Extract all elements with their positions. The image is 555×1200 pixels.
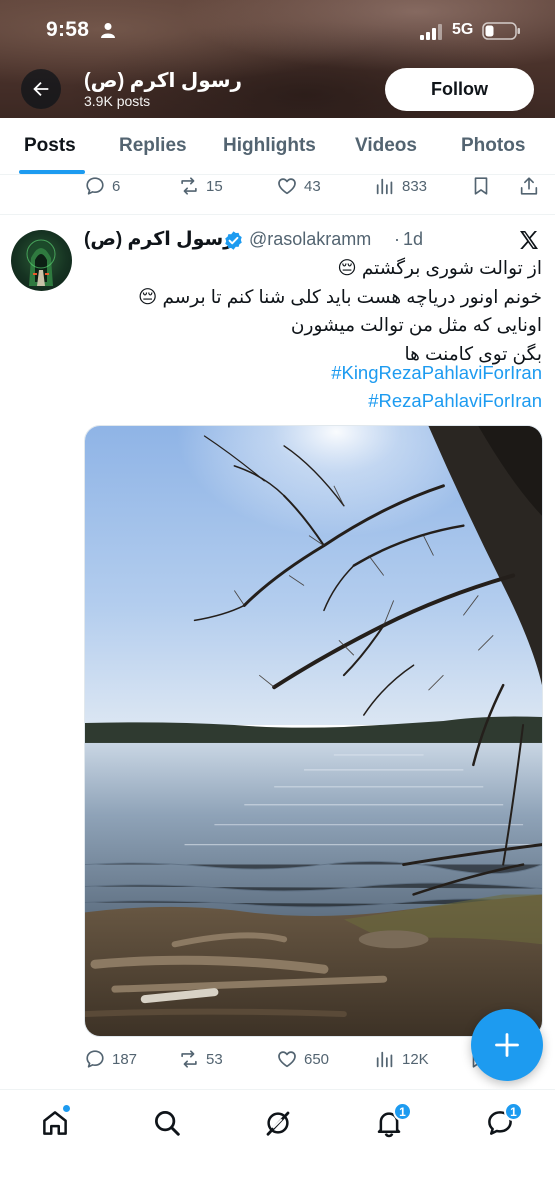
views-button[interactable]: 833: [374, 175, 427, 197]
views-button[interactable]: 12K: [374, 1048, 429, 1070]
repost-button[interactable]: 53: [178, 1048, 223, 1070]
author-name[interactable]: رسول اکرم (ص): [84, 228, 234, 251]
grok-icon: [266, 1111, 290, 1136]
post-divider: [0, 214, 555, 215]
nav-search[interactable]: [152, 1108, 186, 1142]
arrow-left-icon: [33, 81, 49, 97]
reply-icon: [86, 177, 104, 195]
active-tab-indicator: [19, 170, 85, 174]
heart-icon: [278, 178, 296, 195]
profile-name: رسول اکرم (ص): [84, 70, 242, 92]
post-time[interactable]: 1d: [403, 229, 423, 250]
tab-posts[interactable]: Posts: [24, 135, 76, 157]
tab-videos[interactable]: Videos: [355, 135, 417, 157]
reply-button[interactable]: 6: [84, 175, 120, 197]
repost-icon: [181, 177, 197, 195]
network-label: 5G: [452, 21, 474, 38]
status-time: 9:58: [46, 18, 90, 41]
post-text-line: از توالت شوری برگشتم 😔: [337, 257, 542, 278]
signal-icon: [420, 24, 442, 40]
post-count: 3.9K posts: [84, 93, 151, 109]
repost-count: 15: [206, 177, 223, 195]
dot-separator: ·: [394, 229, 400, 249]
x-logo-icon: [520, 231, 538, 249]
like-count: 43: [304, 177, 321, 195]
repost-icon: [181, 1050, 197, 1068]
avatar[interactable]: [11, 230, 72, 291]
post-text-line: اونایی که مثل من توالت میشورن: [290, 314, 542, 335]
post-image[interactable]: [84, 425, 543, 1037]
author-handle[interactable]: @rasolakramm: [249, 229, 371, 250]
tab-highlights[interactable]: Highlights: [223, 135, 316, 157]
bookmark-button[interactable]: [470, 175, 492, 197]
status-bar: 9:58 5G: [0, 0, 555, 60]
compose-button[interactable]: [471, 1009, 543, 1081]
heart-icon: [278, 1051, 296, 1068]
nav-home[interactable]: [40, 1104, 74, 1142]
verified-badge-icon: [225, 231, 242, 250]
tab-photos[interactable]: Photos: [461, 135, 525, 157]
reply-icon: [86, 1050, 104, 1068]
nav-notifications[interactable]: 1: [374, 1102, 412, 1142]
nav-messages[interactable]: 1: [485, 1102, 523, 1142]
like-button[interactable]: 43: [276, 175, 321, 197]
bookmark-icon: [474, 177, 488, 195]
person-icon: [101, 23, 115, 38]
repost-button[interactable]: 15: [178, 175, 223, 197]
home-dot-badge: [62, 1104, 71, 1113]
view-count: 12K: [402, 1050, 429, 1068]
views-icon: [376, 1051, 393, 1068]
share-button[interactable]: [518, 175, 540, 197]
reply-count: 187: [112, 1050, 138, 1068]
lake-photo-icon: [85, 426, 542, 1036]
messages-badge: 1: [504, 1102, 523, 1121]
tab-replies[interactable]: Replies: [119, 135, 187, 157]
search-icon: [155, 1111, 180, 1136]
hashtag-link[interactable]: #RezaPahlaviForIran: [368, 390, 542, 412]
post-text-line: خونم اونور دریاچه هست باید کلی شنا کنم ت…: [138, 285, 542, 307]
battery-icon: [482, 22, 520, 40]
back-button[interactable]: [21, 69, 61, 109]
post-text: از توالت شوری برگشتم 😔 خونم اونور دریاچه…: [82, 254, 542, 368]
profile-tabs: Posts Replies Highlights Videos Photos: [0, 118, 555, 175]
view-count: 833: [402, 177, 428, 195]
previous-post-actions: 6 15 43 833: [0, 175, 555, 197]
plus-icon: [495, 1033, 519, 1057]
follow-button[interactable]: Follow: [385, 68, 534, 111]
reply-count: 6: [112, 177, 121, 195]
views-icon: [376, 178, 393, 195]
notifications-badge: 1: [393, 1102, 412, 1121]
bottom-nav: 1 1: [0, 1089, 555, 1200]
like-button[interactable]: 650: [276, 1048, 329, 1070]
profile-header: 9:58 5G رسول اکرم (ص) 3.9K posts Follow: [0, 0, 555, 118]
nav-grok[interactable]: [263, 1108, 297, 1142]
reply-button[interactable]: 187: [84, 1048, 137, 1070]
repost-count: 53: [206, 1050, 223, 1068]
share-icon: [520, 177, 538, 195]
avatar-figure-icon: [26, 239, 56, 286]
like-count: 650: [304, 1050, 330, 1068]
hashtag-link[interactable]: #KingRezaPahlaviForIran: [331, 362, 542, 384]
